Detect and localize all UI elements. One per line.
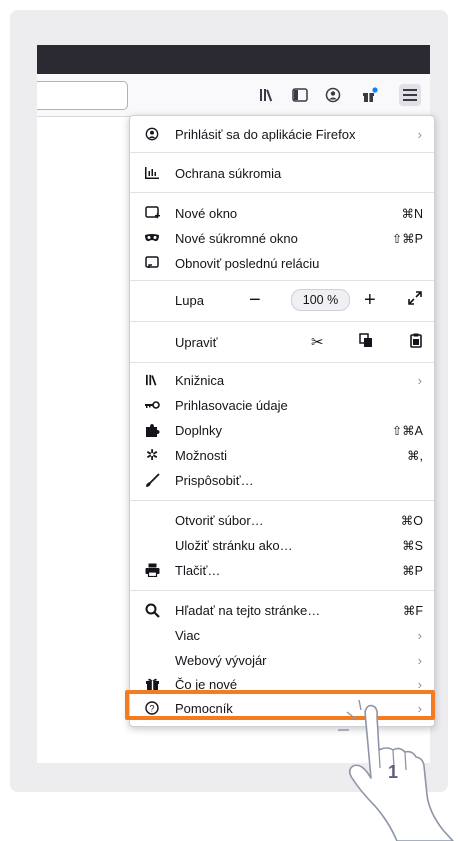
url-bar[interactable] bbox=[37, 81, 128, 110]
menu-item-more[interactable]: Viac › bbox=[130, 623, 434, 647]
menu-item-label: Viac bbox=[175, 627, 201, 643]
whats-new-gift-icon[interactable] bbox=[358, 84, 380, 106]
key-icon bbox=[144, 397, 160, 413]
menu-item-label: Možnosti bbox=[175, 447, 228, 463]
menu-item-label: Hľadať na tejto stránke… bbox=[175, 602, 321, 618]
menu-item-label: Prihlasovacie údaje bbox=[175, 397, 288, 413]
paste-icon[interactable] bbox=[410, 333, 422, 352]
library-icon bbox=[144, 372, 160, 388]
restore-session-icon bbox=[144, 255, 160, 271]
menu-item-new-window[interactable]: Nové okno ⌘N bbox=[130, 201, 434, 225]
chart-icon bbox=[144, 165, 160, 181]
shortcut-text: ⌘F bbox=[402, 603, 423, 618]
menu-item-label: Knižnica bbox=[175, 372, 225, 388]
shortcut-text: ⇧⌘A bbox=[391, 423, 423, 438]
menu-separator bbox=[130, 192, 434, 193]
fullscreen-icon[interactable] bbox=[408, 291, 422, 309]
menu-item-label: Nové okno bbox=[175, 205, 238, 221]
menu-separator bbox=[130, 152, 434, 153]
account-icon[interactable] bbox=[322, 84, 344, 106]
sidebar-icon[interactable] bbox=[289, 84, 311, 106]
menu-separator bbox=[130, 362, 434, 363]
menu-item-privacy[interactable]: Ochrana súkromia bbox=[130, 161, 434, 185]
menu-item-new-private-window[interactable]: Nové súkromné okno ⇧⌘P bbox=[130, 226, 434, 250]
menu-item-save-page[interactable]: Uložiť stránku ako… ⌘S bbox=[130, 533, 434, 557]
app-menu-panel: Prihlásiť sa do aplikácie Firefox › Ochr… bbox=[129, 115, 435, 727]
zoom-in-button[interactable]: + bbox=[364, 289, 376, 312]
menu-item-zoom: Lupa − 100 % + bbox=[130, 286, 434, 314]
title-bar bbox=[37, 45, 430, 74]
menu-item-logins[interactable]: Prihlasovacie údaje bbox=[130, 393, 434, 417]
menu-item-sign-in[interactable]: Prihlásiť sa do aplikácie Firefox › bbox=[130, 122, 434, 146]
menu-separator bbox=[130, 321, 434, 322]
menu-item-web-developer[interactable]: Webový vývojár › bbox=[130, 648, 434, 672]
menu-item-label: Uložiť stránku ako… bbox=[175, 537, 293, 553]
menu-item-label: Obnoviť poslednú reláciu bbox=[175, 255, 320, 271]
menu-separator bbox=[130, 590, 434, 591]
menu-separator bbox=[130, 500, 434, 501]
navigation-toolbar bbox=[37, 74, 430, 117]
copy-icon[interactable] bbox=[359, 332, 373, 352]
menu-item-addons[interactable]: Doplnky ⇧⌘A bbox=[130, 418, 434, 442]
menu-item-edit: Upraviť ✂ bbox=[130, 328, 434, 356]
shortcut-text: ⌘O bbox=[400, 513, 423, 528]
menu-item-customize[interactable]: Prispôsobiť… bbox=[130, 468, 434, 492]
chevron-right-icon: › bbox=[417, 627, 422, 643]
step-number: 1 bbox=[388, 762, 399, 782]
search-icon bbox=[144, 602, 160, 618]
menu-separator bbox=[130, 280, 434, 281]
cut-icon[interactable]: ✂ bbox=[311, 333, 324, 351]
paintbrush-icon bbox=[144, 472, 160, 488]
menu-item-label: Prispôsobiť… bbox=[175, 472, 254, 488]
printer-icon bbox=[144, 562, 160, 578]
shortcut-text: ⌘, bbox=[407, 448, 423, 463]
menu-item-label: Prihlásiť sa do aplikácie Firefox bbox=[175, 126, 356, 142]
chevron-right-icon: › bbox=[417, 372, 422, 388]
shortcut-text: ⌘N bbox=[401, 206, 423, 221]
shortcut-text: ⌘S bbox=[402, 538, 423, 553]
zoom-out-button[interactable]: − bbox=[249, 289, 261, 312]
library-icon[interactable] bbox=[256, 84, 278, 106]
menu-item-label: Ochrana súkromia bbox=[175, 165, 282, 181]
gear-icon: ✲ bbox=[145, 447, 159, 464]
menu-item-label: Tlačiť… bbox=[175, 562, 221, 578]
shortcut-text: ⌘P bbox=[402, 563, 423, 578]
menu-item-label: Otvoriť súbor… bbox=[175, 512, 264, 528]
account-icon bbox=[144, 126, 160, 142]
menu-item-restore-session[interactable]: Obnoviť poslednú reláciu bbox=[130, 251, 434, 275]
menu-item-label: Webový vývojár bbox=[175, 652, 267, 668]
menu-item-options[interactable]: ✲ Možnosti ⌘, bbox=[130, 443, 434, 467]
private-mask-icon bbox=[144, 230, 160, 246]
zoom-reset-button[interactable]: 100 % bbox=[291, 289, 350, 311]
menu-item-label: Doplnky bbox=[175, 422, 222, 438]
hamburger-menu-icon[interactable] bbox=[399, 84, 421, 106]
menu-item-library[interactable]: Knižnica › bbox=[130, 368, 434, 392]
edit-label: Upraviť bbox=[175, 334, 218, 350]
puzzle-piece-icon bbox=[144, 422, 160, 438]
new-window-icon bbox=[144, 205, 160, 221]
menu-item-print[interactable]: Tlačiť… ⌘P bbox=[130, 558, 434, 582]
zoom-label: Lupa bbox=[175, 292, 204, 308]
shortcut-text: ⇧⌘P bbox=[391, 231, 423, 246]
menu-item-open-file[interactable]: Otvoriť súbor… ⌘O bbox=[130, 508, 434, 532]
menu-item-find-in-page[interactable]: Hľadať na tejto stránke… ⌘F bbox=[130, 598, 434, 622]
chevron-right-icon: › bbox=[417, 126, 422, 142]
menu-item-label: Nové súkromné okno bbox=[175, 230, 298, 246]
chevron-right-icon: › bbox=[417, 652, 422, 668]
